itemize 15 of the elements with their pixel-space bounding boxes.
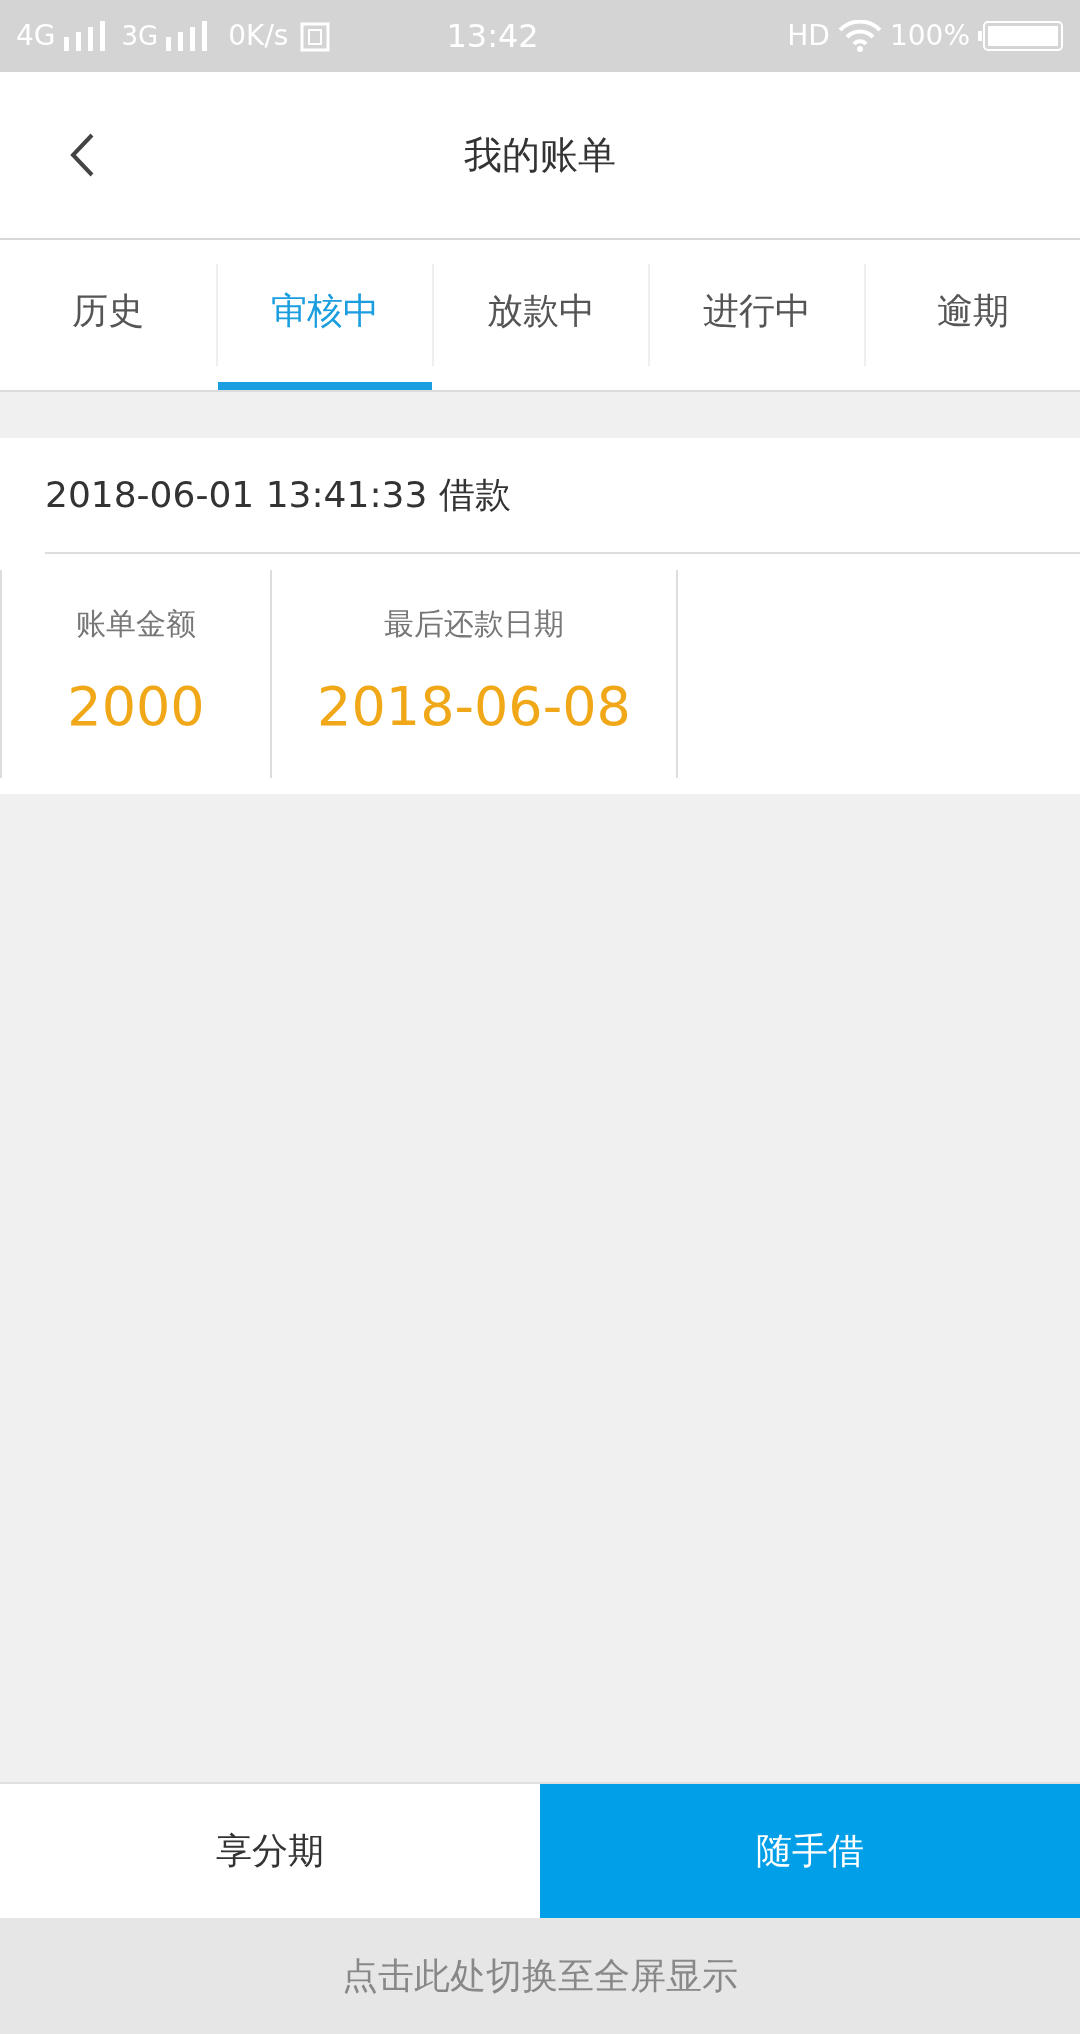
bottom-button[interactable]: 享分期 [0, 1784, 540, 1918]
bill-title: 2018-06-01 13:41:33 借款 [45, 473, 511, 517]
field-label: 账单金额 [76, 605, 196, 643]
field-value: 2000 [67, 674, 205, 740]
field-value: 2018-06-08 [317, 674, 631, 740]
tab[interactable]: 历史 [0, 240, 216, 390]
field-label: 最后还款日期 [384, 605, 564, 643]
sim-icon [300, 20, 331, 52]
tab[interactable]: 进行中 [650, 240, 864, 390]
wifi-icon [837, 20, 882, 52]
tab[interactable]: 放款中 [434, 240, 648, 390]
battery-icon [978, 21, 1064, 51]
back-icon [69, 132, 95, 178]
tab[interactable]: 逾期 [866, 240, 1080, 390]
page-title: 我的账单 [464, 131, 616, 179]
